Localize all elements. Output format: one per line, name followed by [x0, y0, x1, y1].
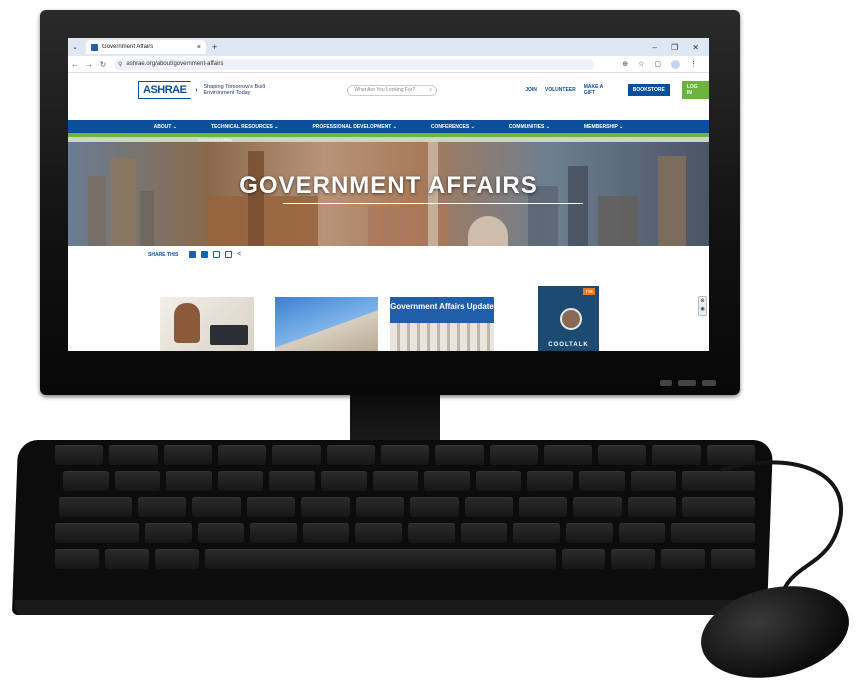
mouse-cable [719, 460, 844, 601]
